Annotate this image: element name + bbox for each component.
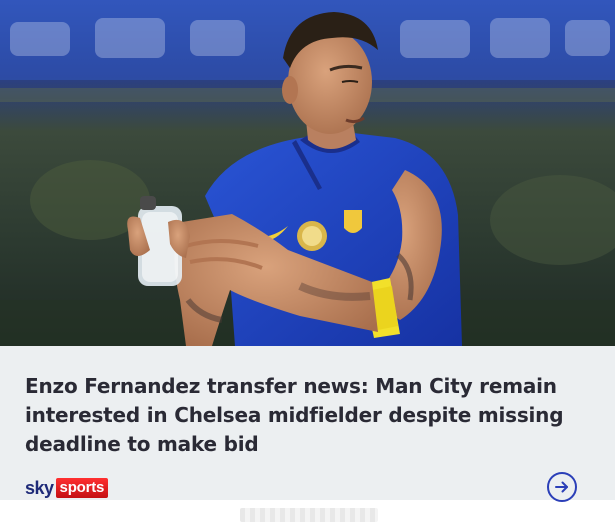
arrow-right-circle-icon [555,481,568,493]
source-logo-sports: sports [55,478,109,498]
source-logo-sky: sky [25,477,54,498]
open-article-button[interactable] [547,472,577,502]
source-logo: sky sports [25,477,109,499]
news-card[interactable]: Enzo Fernandez transfer news: Man City r… [0,0,615,532]
article-headline[interactable]: Enzo Fernandez transfer news: Man City r… [25,372,585,459]
player-photo [0,0,615,346]
image-watermark [240,508,378,522]
hero-image[interactable] [0,0,615,346]
